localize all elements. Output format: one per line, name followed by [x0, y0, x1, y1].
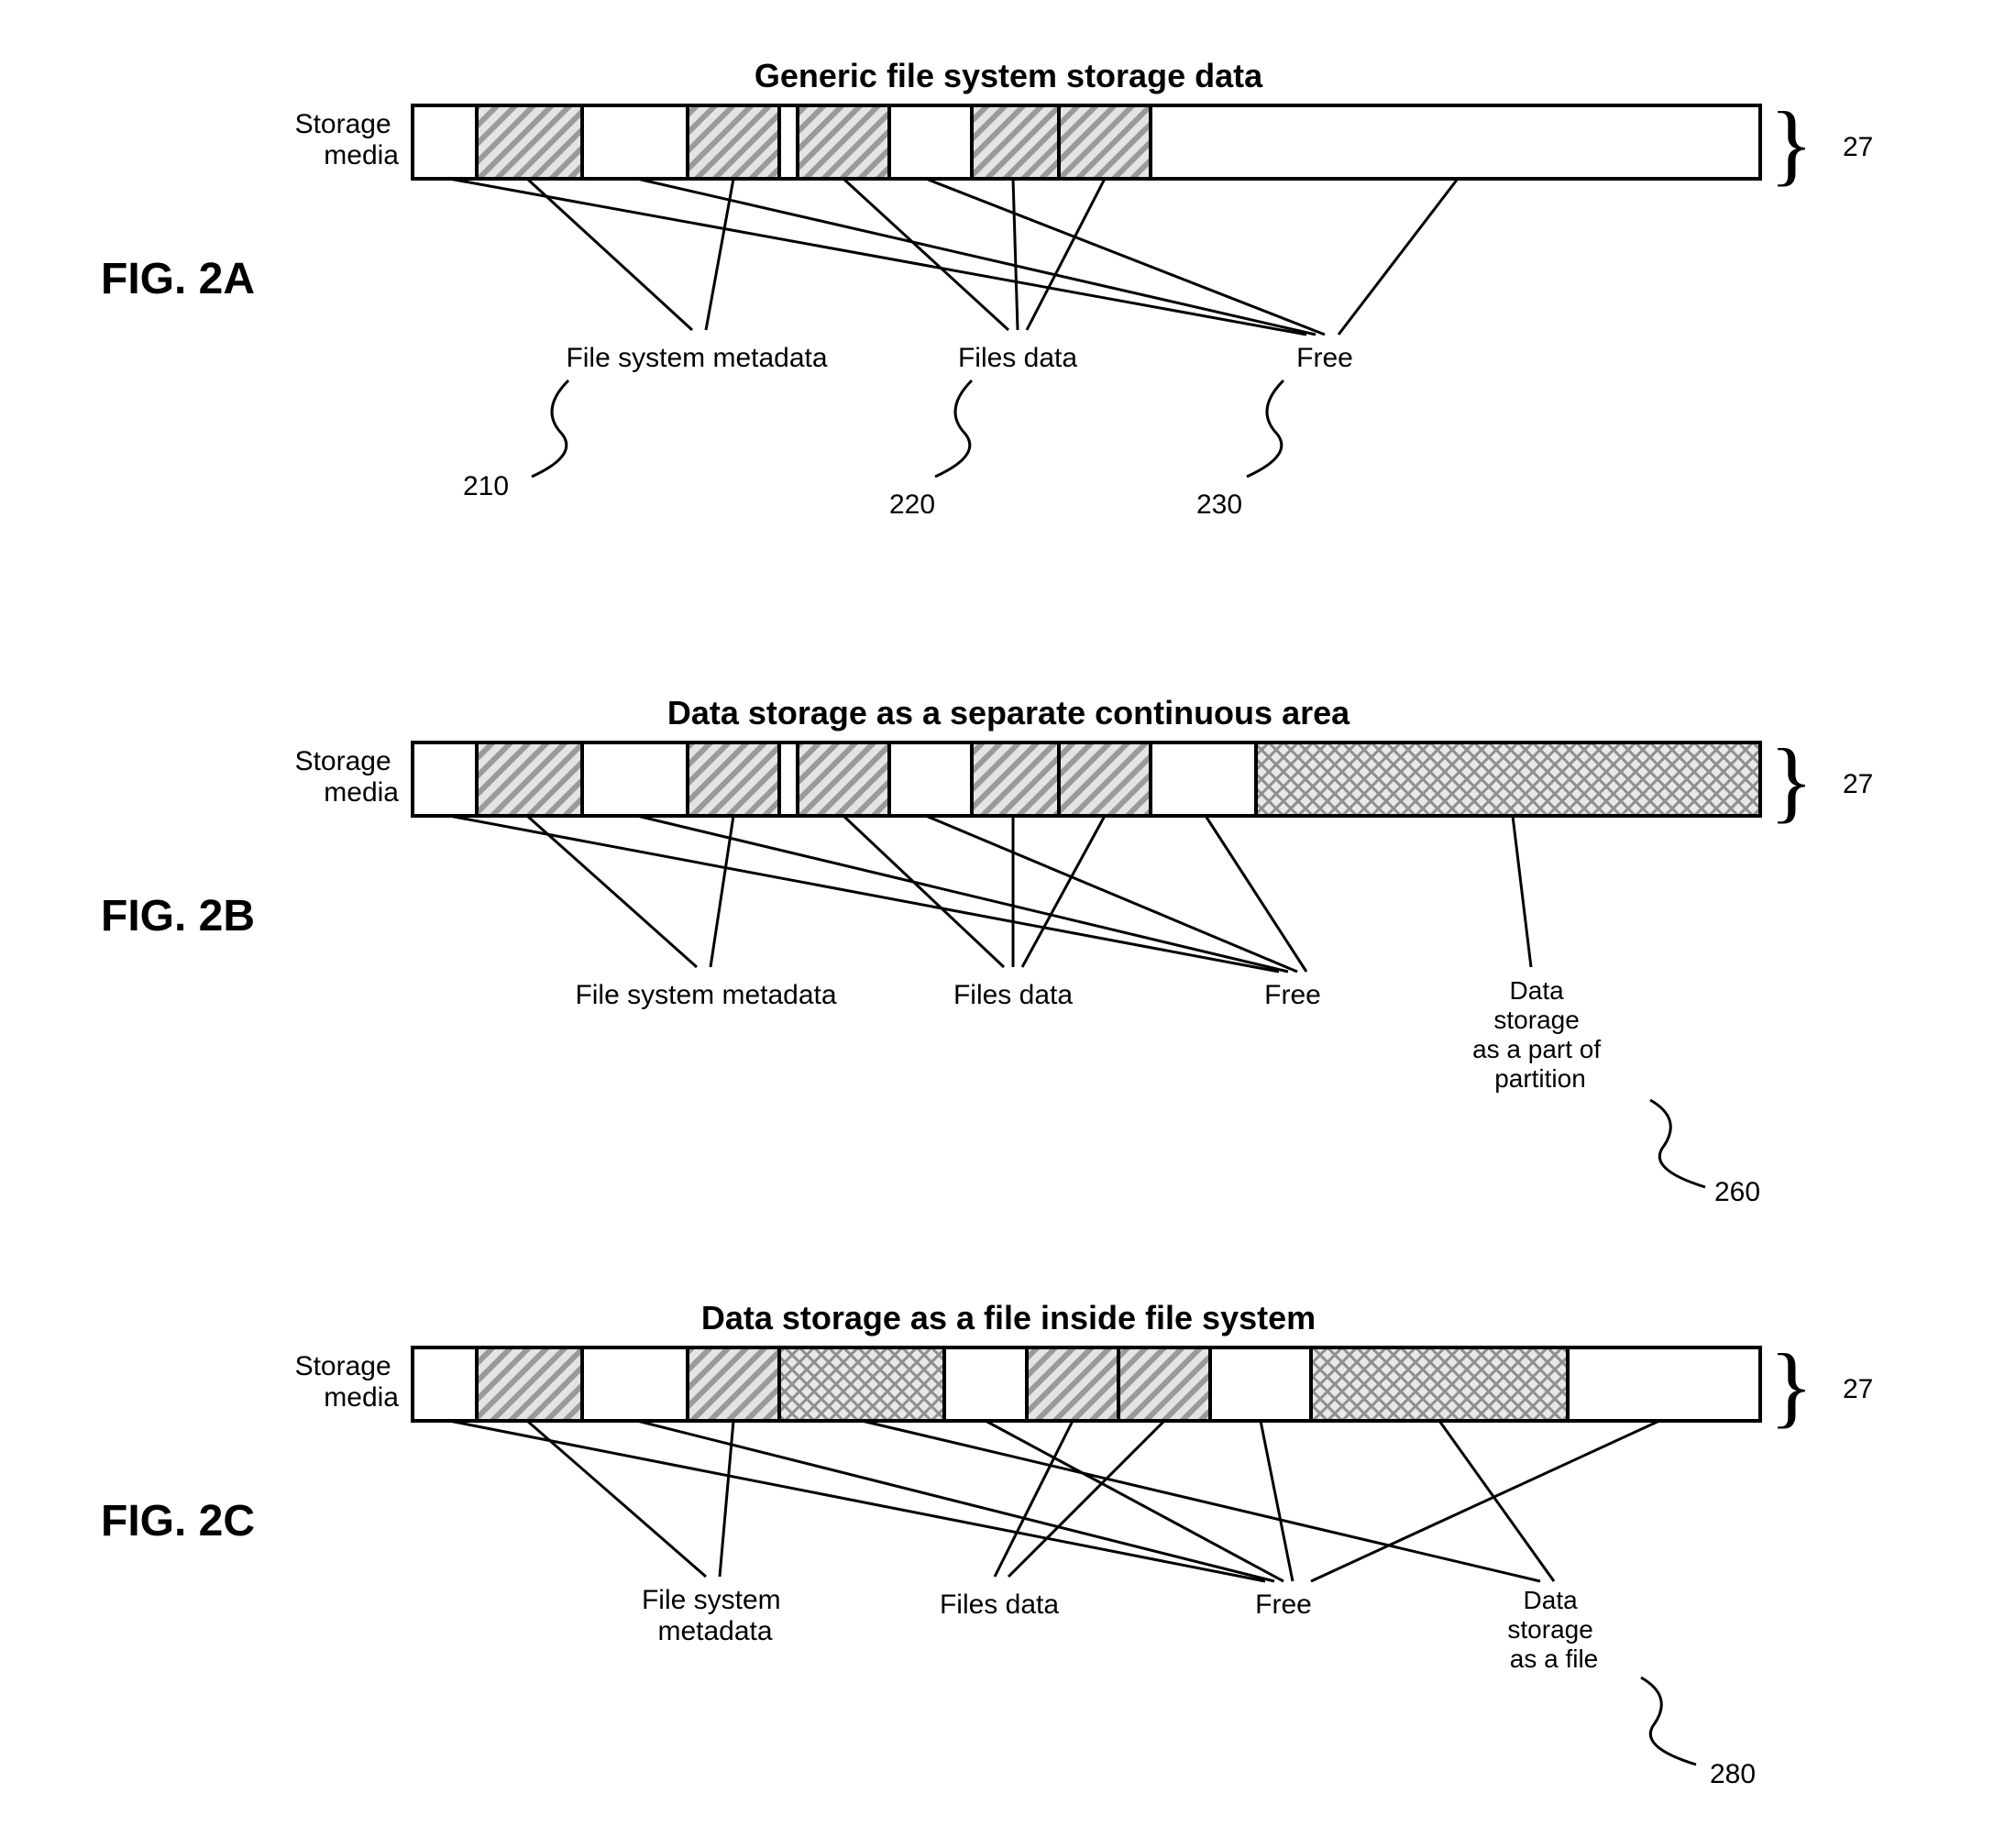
fig-b-storage-label: Data storage as a part of partition [1472, 976, 1608, 1093]
fig-2c: Data storage as a file inside file syste… [101, 1299, 1873, 1789]
fig-b-ref-260: 260 [1714, 1177, 1760, 1207]
fig-a-ref-27: 27 [1843, 132, 1873, 162]
fig-2b: Data storage as a separate continuous ar… [101, 694, 1873, 1207]
fig-c-storage-label: Data storage as a file [1507, 1586, 1600, 1673]
fig-a-ref-210: 210 [463, 471, 509, 501]
fig-b-ref-27: 27 [1843, 769, 1873, 799]
fig-b-storage-bar [413, 742, 1760, 816]
fig-b-free-label: Free [1264, 980, 1321, 1010]
fig-c-ref-280: 280 [1710, 1759, 1756, 1789]
fig-c-files-label: Files data [940, 1590, 1059, 1620]
fig-b-squiggle-260 [1650, 1100, 1705, 1187]
fig-c-ref-27: 27 [1843, 1374, 1873, 1404]
diagram: Generic file system storage data Storage… [0, 0, 2016, 1848]
fig-b-figlabel: FIG. 2B [101, 892, 255, 940]
fig-a-free-label: Free [1296, 343, 1353, 373]
fig-c-storage-bar [413, 1348, 1760, 1421]
fig-a-files-label: Files data [958, 343, 1077, 373]
fig-2a: Generic file system storage data Storage… [101, 57, 1873, 520]
fig-a-squiggle-230 [1247, 380, 1283, 477]
fig-c-brace: } [1769, 1335, 1813, 1436]
fig-b-files-label: Files data [953, 980, 1073, 1010]
fig-c-figlabel: FIG. 2C [101, 1497, 255, 1546]
fig-a-squiggle-220 [935, 380, 972, 477]
fig-b-title: Data storage as a separate continuous ar… [667, 694, 1350, 732]
fig-a-squiggle-210 [532, 380, 568, 477]
fig-a-ref-220: 220 [889, 490, 935, 520]
fig-a-brace: } [1769, 93, 1813, 194]
fig-a-storage-bar [413, 105, 1760, 179]
fig-b-brace: } [1769, 730, 1813, 831]
fig-a-title: Generic file system storage data [755, 57, 1263, 94]
fig-c-squiggle-280 [1641, 1678, 1696, 1765]
fig-c-free-label: Free [1255, 1590, 1312, 1620]
fig-a-storage-media-label: Storage media [295, 109, 400, 170]
fig-a-ref-230: 230 [1196, 490, 1242, 520]
fig-a-metadata-label: File system metadata [566, 343, 827, 373]
fig-c-metadata-label: File system metadata [642, 1585, 788, 1646]
fig-b-storage-media-label: Storage media [295, 746, 400, 808]
fig-a-figlabel: FIG. 2A [101, 255, 255, 303]
fig-c-storage-media-label: Storage media [295, 1351, 400, 1413]
fig-b-metadata-label: File system metadata [575, 980, 836, 1010]
fig-c-title: Data storage as a file inside file syste… [701, 1299, 1316, 1336]
